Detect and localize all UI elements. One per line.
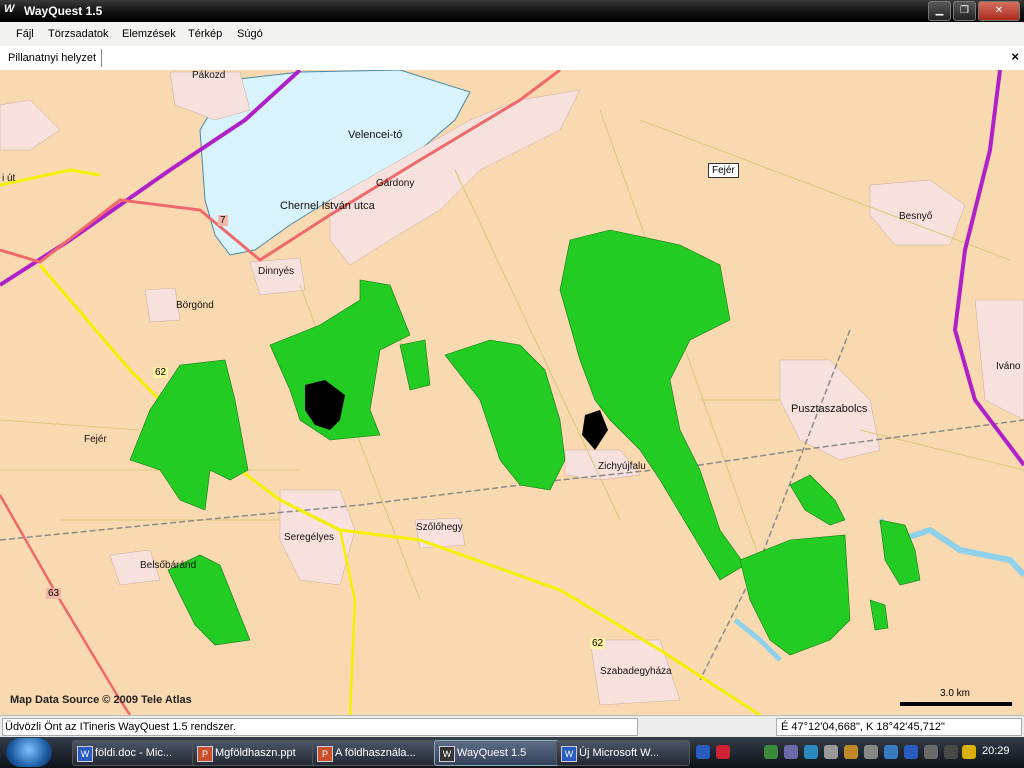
scale-bar-line	[900, 702, 1012, 706]
word-icon: W	[561, 746, 577, 762]
maximize-button[interactable]: ❐	[953, 1, 976, 21]
county-label: Fejér	[708, 163, 739, 178]
antivirus-icon[interactable]	[844, 745, 858, 759]
place-label: Gárdony	[376, 178, 415, 189]
device-icon[interactable]	[864, 745, 878, 759]
map-source: Map Data Source © 2009 Tele Atlas	[10, 694, 192, 706]
maximize-icon: ❐	[960, 5, 969, 16]
wq-logo-icon: W	[439, 746, 455, 762]
taskbar-item-active[interactable]: W WayQuest 1.5	[434, 740, 568, 766]
scale-label: 3.0 km	[940, 688, 971, 699]
place-label: Fejér	[84, 434, 107, 445]
minimize-button[interactable]: ▁	[928, 1, 951, 21]
menu-analyses[interactable]: Elemzések	[122, 28, 176, 40]
menu-help[interactable]: Súgó	[237, 28, 263, 40]
place-label: Szőlőhegy	[416, 522, 463, 533]
place-label: Belsőbáránd	[140, 560, 197, 571]
place-label: Dinnyés	[258, 266, 295, 277]
taskbar-item[interactable]: PA földhasznála...	[312, 740, 444, 766]
place-label: Besnyő	[899, 211, 933, 222]
update-icon[interactable]	[804, 745, 818, 759]
road-number: 62	[590, 638, 606, 649]
tab-current-position[interactable]: Pillanatnyi helyzet	[3, 49, 103, 67]
place-label: Pusztaszabolcs	[791, 403, 868, 415]
menu-bar: Fájl Törzsadatok Elemzések Térkép Súgó	[0, 22, 1024, 47]
network-icon[interactable]	[764, 745, 778, 759]
parcel-1	[129, 359, 249, 511]
place-label: Iváno	[996, 361, 1021, 372]
security-icon[interactable]	[784, 745, 798, 759]
parcel-3	[444, 339, 566, 491]
town-west	[0, 99, 61, 151]
parcel-4	[559, 229, 746, 581]
land-parcels	[129, 229, 921, 656]
road-number: 62	[153, 367, 169, 378]
place-label: Velencei-tó	[348, 129, 403, 141]
close-icon: ✕	[994, 5, 1004, 16]
window-title: WayQuest 1.5	[24, 4, 103, 18]
close-button[interactable]: ✕	[978, 1, 1020, 21]
map-canvas	[0, 70, 1024, 715]
menu-master-data[interactable]: Törzsadatok	[48, 28, 109, 40]
start-button[interactable]	[6, 738, 52, 767]
place-label: Zichyújfalu	[598, 461, 646, 472]
street-label: Chernel István utca	[280, 200, 375, 212]
settings-icon[interactable]	[824, 745, 838, 759]
place-label: Seregélyes	[284, 532, 335, 543]
powerpoint-icon: P	[317, 746, 333, 762]
display-icon[interactable]	[884, 745, 898, 759]
word-icon: W	[77, 746, 93, 762]
tab-bar: Pillanatnyi helyzet ×	[0, 46, 1024, 71]
volume-icon[interactable]	[944, 745, 958, 759]
minimize-icon: ▁	[935, 5, 944, 16]
system-tray	[690, 739, 1024, 765]
marked-parcel-2	[582, 410, 608, 450]
taskbar-item[interactable]: W Új Microsoft W...	[556, 740, 690, 766]
parcel-7	[879, 519, 921, 586]
parcel-10	[399, 339, 431, 391]
title-bar: W WayQuest 1.5 ▁ ❐ ✕	[0, 0, 1024, 22]
status-message: Üdvözli Önt az ITineris WayQuest 1.5 ren…	[2, 718, 638, 736]
place-label: Börgönd	[176, 300, 214, 311]
place-label: Szabadegyháza	[600, 666, 672, 677]
town-ivancsa	[974, 299, 1024, 421]
taskbar: Wföldi.doc - Mic... P Mgföldhaszn.ppt PA …	[0, 737, 1024, 768]
menu-map[interactable]: Térkép	[188, 28, 222, 40]
wifi-icon[interactable]	[962, 745, 976, 759]
powerpoint-icon: P	[197, 746, 213, 762]
map-view[interactable]: Pákozd Velencei-tó Gárdony Chernel Istvá…	[0, 70, 1024, 715]
status-coordinates: É 47°12'04,668", K 18°42'45,712"	[776, 718, 1022, 736]
place-label: Pákozd	[192, 70, 226, 81]
taskbar-item[interactable]: Wföldi.doc - Mic...	[72, 740, 204, 766]
tab-close-icon[interactable]: ×	[1011, 49, 1019, 64]
road-number: 7	[218, 215, 228, 226]
road-63	[0, 494, 132, 715]
parcel-6	[789, 474, 846, 526]
power-icon[interactable]	[924, 745, 938, 759]
media-icon[interactable]	[696, 745, 710, 759]
sms-icon[interactable]	[716, 745, 730, 759]
place-label: i út	[2, 173, 16, 184]
parcel-9	[869, 599, 889, 631]
status-bar: Üdvözli Önt az ITineris WayQuest 1.5 ren…	[0, 715, 1024, 738]
menu-file[interactable]: Fájl	[16, 28, 34, 40]
wq-logo-icon: W	[4, 3, 15, 15]
taskbar-item[interactable]: P Mgföldhaszn.ppt	[192, 740, 322, 766]
clock: 20:29	[982, 745, 1010, 757]
road-number: 63	[46, 588, 62, 599]
bluetooth-icon[interactable]	[904, 745, 918, 759]
town-borgond	[144, 287, 181, 323]
scale-bar: 3.0 km	[900, 688, 1012, 706]
